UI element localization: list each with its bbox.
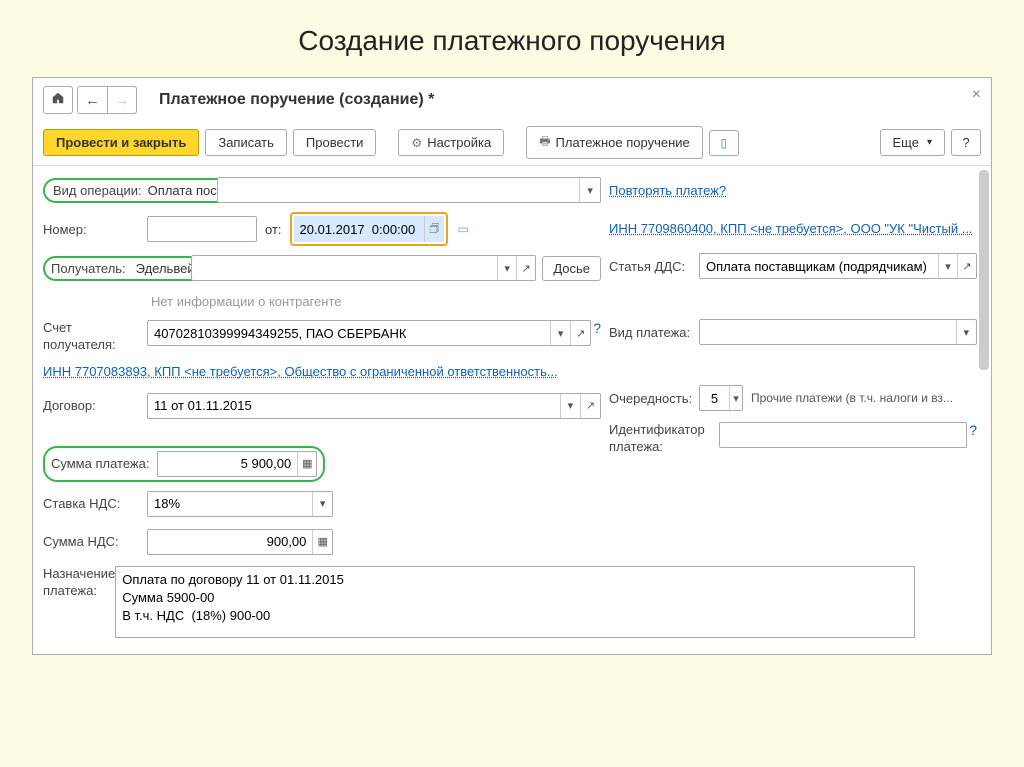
gear-icon: ⚙ — [411, 136, 422, 150]
settings-button[interactable]: ⚙ Настройка — [398, 129, 504, 156]
forward-button[interactable]: → — [107, 86, 137, 114]
account-label: Счет получателя: — [43, 320, 147, 354]
date-field[interactable]: 🗇 — [294, 216, 444, 242]
attach-button[interactable]: ▯ — [709, 130, 739, 156]
payer-org-link[interactable]: ИНН 7707083893, КПП <не требуется>, Обще… — [43, 364, 558, 379]
date-highlight: 🗇 — [290, 212, 448, 246]
op-type-label: Вид операции: — [53, 183, 142, 198]
account-input[interactable] — [148, 321, 550, 345]
priority-label: Очередность: — [609, 391, 699, 406]
amount-field[interactable]: ▦ — [157, 451, 317, 477]
op-type-field[interactable]: ▾ — [217, 177, 601, 203]
dds-label: Статья ДДС: — [609, 259, 699, 274]
amount-label: Сумма платежа: — [51, 456, 149, 472]
contract-label: Договор: — [43, 398, 147, 413]
vat-rate-input[interactable] — [148, 492, 312, 516]
arrow-right-icon: → — [115, 92, 130, 109]
document-icon: ▯ — [720, 136, 727, 150]
op-type-dropdown[interactable]: ▾ — [579, 178, 600, 202]
paytype-dropdown[interactable]: ▾ — [956, 320, 976, 344]
recipient-open[interactable]: ↗ — [516, 256, 535, 280]
scrollbar[interactable] — [979, 170, 989, 654]
account-open[interactable]: ↗ — [570, 321, 590, 345]
right-column: Повторять платеж? ИНН 7709860400, КПП <н… — [601, 174, 977, 644]
vat-rate-field[interactable]: ▾ — [147, 491, 333, 517]
amount-input[interactable] — [158, 452, 297, 476]
vat-rate-dropdown[interactable]: ▾ — [312, 492, 332, 516]
paytype-input[interactable] — [700, 320, 956, 344]
account-field[interactable]: ▾ ↗ — [147, 320, 591, 346]
save-button[interactable]: Записать — [205, 129, 287, 156]
number-input[interactable] — [148, 217, 256, 241]
close-icon: × — [972, 86, 981, 103]
from-label: от: — [265, 222, 282, 237]
topbar: ← → Платежное поручение (создание) * × — [33, 78, 991, 120]
dds-open[interactable]: ↗ — [957, 254, 976, 278]
recipient-field[interactable]: ▾ ↗ — [191, 255, 536, 281]
arrow-left-icon: ← — [85, 92, 100, 109]
printer-icon: 🖶 — [539, 132, 550, 153]
back-button[interactable]: ← — [77, 86, 107, 114]
vat-rate-label: Ставка НДС: — [43, 496, 147, 511]
account-help[interactable]: ? — [593, 320, 601, 336]
recipient-label: Получатель: — [51, 261, 126, 276]
help-button[interactable]: ? — [951, 129, 981, 156]
calc-icon-2[interactable]: ▦ — [312, 530, 332, 554]
identifier-input[interactable] — [720, 423, 966, 447]
app-window: ← → Платежное поручение (создание) * × П… — [32, 77, 992, 655]
more-label: Еще — [893, 135, 919, 150]
purpose-label: Назначение платежа: — [43, 566, 115, 600]
contract-field[interactable]: ▾ ↗ — [147, 393, 601, 419]
amount-highlight: Сумма платежа: ▦ — [43, 446, 325, 482]
vat-sum-label: Сумма НДС: — [43, 534, 147, 549]
account-dropdown[interactable]: ▾ — [550, 321, 570, 345]
calc-icon[interactable]: ▦ — [297, 452, 316, 476]
our-org-link[interactable]: ИНН 7709860400, КПП <не требуется>, ООО … — [609, 221, 973, 236]
recipient-dropdown[interactable]: ▾ — [497, 256, 516, 280]
paydoc-label: Платежное поручение — [556, 135, 690, 150]
date-input[interactable] — [294, 216, 425, 242]
home-button[interactable] — [43, 86, 73, 114]
payment-doc-button[interactable]: 🖶 Платежное поручение — [526, 126, 703, 159]
close-button[interactable]: × — [972, 86, 981, 104]
identifier-field[interactable] — [719, 422, 967, 448]
paytype-field[interactable]: ▾ — [699, 319, 977, 345]
post-and-close-button[interactable]: Провести и закрыть — [43, 129, 199, 156]
contract-open[interactable]: ↗ — [580, 394, 600, 418]
identifier-help[interactable]: ? — [969, 422, 977, 438]
identifier-label: Идентификатор платежа: — [609, 422, 719, 456]
more-button[interactable]: Еще ▾ — [880, 129, 945, 156]
dds-field[interactable]: ▾ ↗ — [699, 253, 977, 279]
dossier-button[interactable]: Досье — [542, 256, 601, 281]
paytype-label: Вид платежа: — [609, 325, 699, 340]
contract-input[interactable] — [148, 394, 560, 418]
vat-sum-input[interactable] — [148, 530, 312, 554]
number-label: Номер: — [43, 222, 147, 237]
dds-dropdown[interactable]: ▾ — [938, 254, 957, 278]
contract-dropdown[interactable]: ▾ — [560, 394, 580, 418]
calendar-icon[interactable]: 🗇 — [424, 216, 443, 242]
home-icon — [51, 91, 65, 109]
priority-desc: Прочие платежи (в т.ч. налоги и вз... — [751, 391, 953, 405]
priority-field[interactable]: ▾ — [699, 385, 743, 411]
dds-input[interactable] — [700, 254, 938, 278]
chevron-down-icon: ▾ — [927, 137, 932, 148]
priority-dropdown[interactable]: ▾ — [729, 386, 742, 410]
post-button[interactable]: Провести — [293, 129, 377, 156]
number-field[interactable] — [147, 216, 257, 242]
slide-title: Создание платежного поручения — [0, 0, 1024, 77]
toolbar: Провести и закрыть Записать Провести ⚙ Н… — [33, 120, 991, 166]
note-icon[interactable]: ▭ — [458, 222, 469, 236]
repeat-payment-link[interactable]: Повторять платеж? — [609, 183, 726, 198]
settings-label: Настройка — [427, 135, 491, 150]
priority-input[interactable] — [700, 386, 729, 410]
counterparty-info: Нет информации о контрагенте — [147, 294, 342, 309]
vat-sum-field[interactable]: ▦ — [147, 529, 333, 555]
window-title: Платежное поручение (создание) * — [159, 91, 434, 109]
left-column: Вид операции: Оплата поставщику ▾ Номер:… — [43, 174, 601, 644]
form-area: Вид операции: Оплата поставщику ▾ Номер:… — [33, 170, 991, 654]
